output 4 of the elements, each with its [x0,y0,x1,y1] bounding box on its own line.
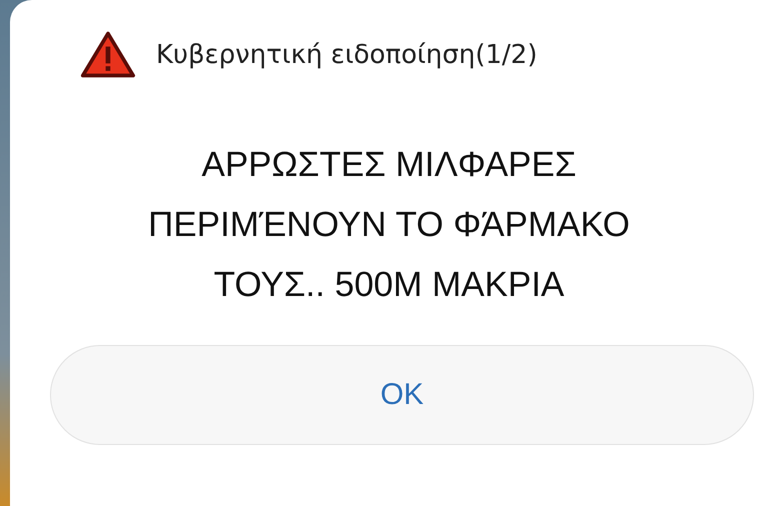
alert-message: ΑΡΡΩΣΤΕΣ ΜΙΛΦΑΡΕΣ ΠΕΡΙΜΈΝΟΥΝ ΤΟ ΦΆΡΜΑΚΟ ΤΟΥΣ.. 500Μ ΜΑΚΡΙΑ [147,144,631,306]
warning-icon [80,30,136,80]
ok-button[interactable]: OK [50,345,754,445]
dialog-title: Κυβερνητική ειδοποίηση(1/2) [156,40,538,70]
